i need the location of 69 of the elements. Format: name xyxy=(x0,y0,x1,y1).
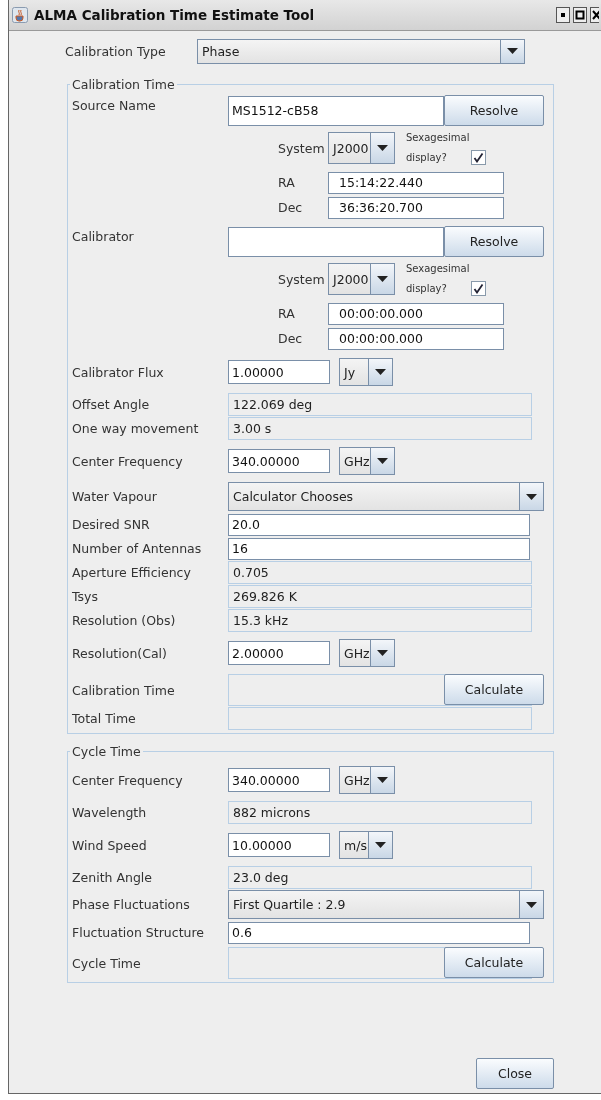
field-label: Water Vapour xyxy=(72,489,158,504)
field-label: Calibration Type xyxy=(65,43,167,59)
checkbox-label: Sexagesimal display? xyxy=(406,262,470,296)
unit-dropdown[interactable]: m/s xyxy=(339,831,393,859)
value-display: 122.069 deg xyxy=(228,393,532,416)
input-field[interactable]: 15:14:22.440 xyxy=(328,171,504,194)
value-display: 882 microns xyxy=(228,801,532,824)
field-label: Offset Angle xyxy=(72,397,151,412)
dropdown[interactable]: J2000 xyxy=(328,263,395,295)
input-field[interactable]: 2.00000 xyxy=(228,641,330,665)
input-field[interactable]: 340.00000 xyxy=(228,449,330,473)
field-label: Dec xyxy=(278,331,304,346)
field-label: Wind Speed xyxy=(72,837,148,853)
field-label: Fluctuation Structure xyxy=(72,925,205,940)
calculate-button[interactable]: Calculate xyxy=(444,947,544,978)
input-field[interactable]: MS1512-cB58 xyxy=(228,95,444,126)
input-field[interactable]: 00:00:00.000 xyxy=(328,327,504,350)
field-label: One way movement xyxy=(72,421,200,436)
input-field[interactable]: 10.00000 xyxy=(228,833,330,857)
value-display: 15.3 kHz xyxy=(228,609,532,632)
value-display: 3.00 s xyxy=(228,417,532,440)
field-label: Desired SNR xyxy=(72,517,151,532)
field-label: Number of Antennas xyxy=(72,541,203,556)
field-label: Calibrator xyxy=(72,228,135,244)
section-title: Calibration Time xyxy=(71,77,176,92)
input-field[interactable]: 20.0 xyxy=(228,513,530,536)
unit-dropdown[interactable]: GHz xyxy=(339,447,395,475)
input-field[interactable]: 1.00000 xyxy=(228,360,330,384)
calculate-button[interactable]: Calculate xyxy=(444,674,544,705)
unit-dropdown[interactable]: GHz xyxy=(339,766,395,794)
close-button[interactable]: Close xyxy=(476,1058,554,1089)
unit-dropdown[interactable]: GHz xyxy=(339,639,395,667)
field-label: Calibrator Flux xyxy=(72,364,165,380)
dropdown[interactable]: Phase xyxy=(197,38,525,64)
field-label: Calibration Time xyxy=(72,682,176,698)
unit-dropdown[interactable]: Jy xyxy=(339,358,393,386)
field-label: Tsys xyxy=(72,589,99,604)
field-label: System xyxy=(278,271,326,287)
input-field[interactable]: 0.6 xyxy=(228,921,530,944)
field-label: Phase Fluctuations xyxy=(72,897,191,912)
field-label: Wavelength xyxy=(72,805,148,820)
field-label: RA xyxy=(278,175,296,190)
field-label: System xyxy=(278,140,326,156)
input-field[interactable]: 36:36:20.700 xyxy=(328,196,504,219)
dropdown[interactable]: Calculator Chooses xyxy=(228,482,544,511)
field-label: Total Time xyxy=(72,711,137,726)
input-field[interactable]: 00:00:00.000 xyxy=(328,302,504,325)
dropdown[interactable]: First Quartile : 2.9 xyxy=(228,890,544,919)
field-label: RA xyxy=(278,306,296,321)
input-field[interactable]: 340.00000 xyxy=(228,768,330,792)
field-label: Zenith Angle xyxy=(72,870,154,885)
dropdown[interactable]: J2000 xyxy=(328,132,395,164)
field-label: Resolution (Obs) xyxy=(72,613,177,628)
field-label: Center Frequency xyxy=(72,772,184,788)
field-label: Cycle Time xyxy=(72,955,142,971)
field-label: Resolution(Cal) xyxy=(72,645,168,661)
resolve-button[interactable]: Resolve xyxy=(444,95,544,126)
resolve-button[interactable]: Resolve xyxy=(444,226,544,257)
value-display: 0.705 xyxy=(228,561,532,584)
value-display: 269.826 K xyxy=(228,585,532,608)
field-label: Source Name xyxy=(72,97,157,113)
window-title: ALMA Calibration Time Estimate Tool xyxy=(34,7,315,23)
field-label: Aperture Efficiency xyxy=(72,565,192,580)
field-label: Center Frequency xyxy=(72,453,184,469)
checkbox-label: Sexagesimal display? xyxy=(406,131,470,165)
value-display: 23.0 deg xyxy=(228,866,532,889)
input-field[interactable]: 16 xyxy=(228,537,530,560)
field-label: Dec xyxy=(278,200,304,215)
section-title: Cycle Time xyxy=(71,744,142,759)
